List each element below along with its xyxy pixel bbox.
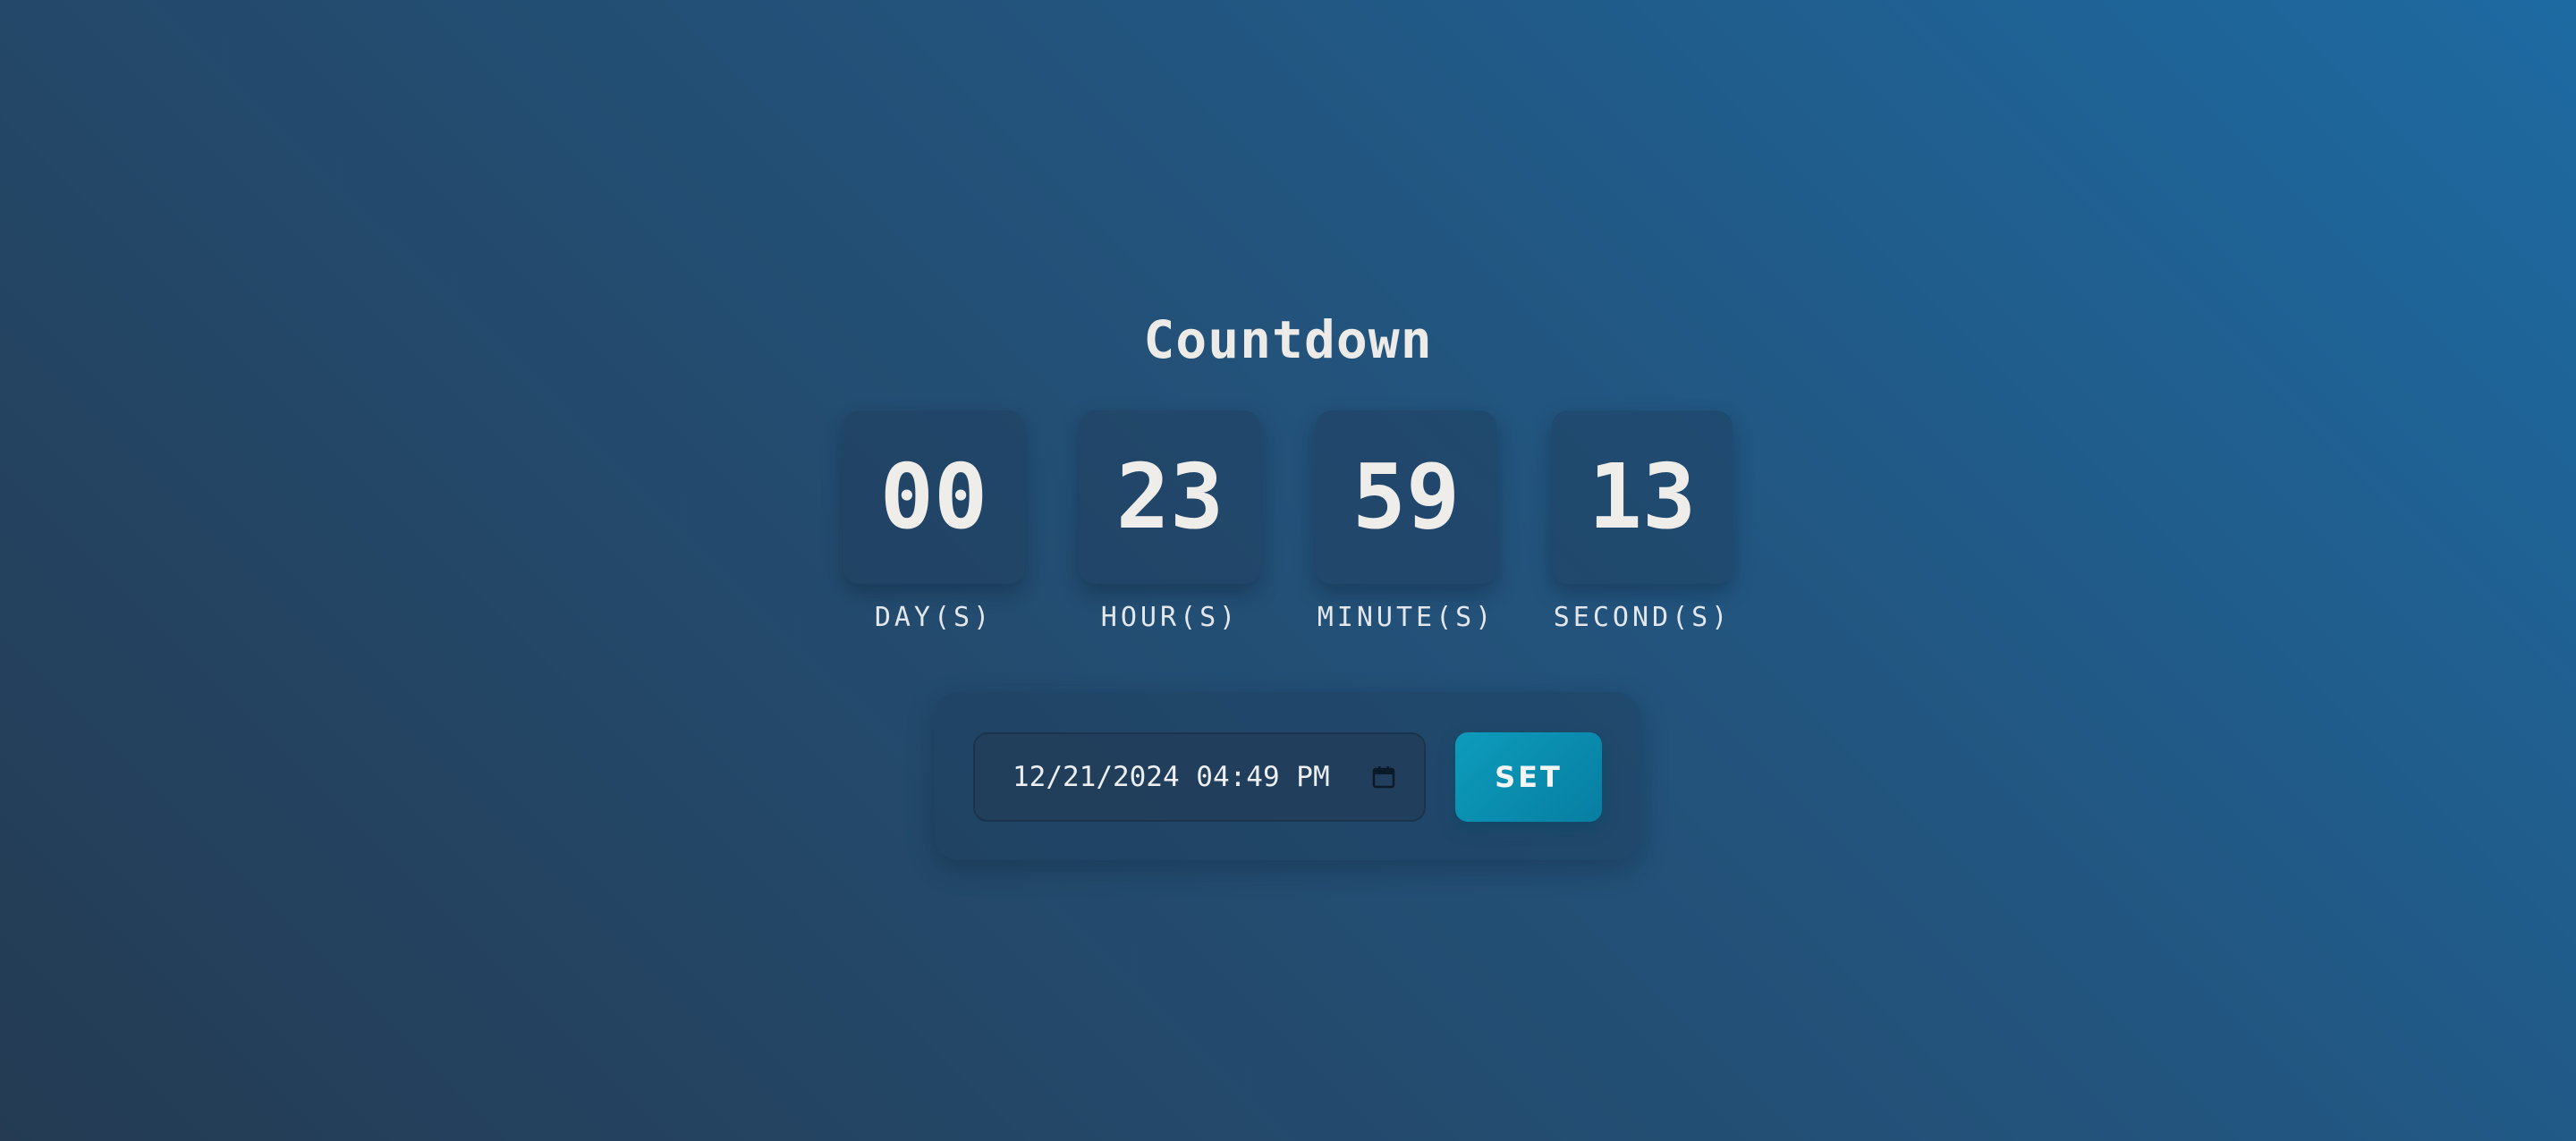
minutes-value: 59 bbox=[1352, 444, 1461, 549]
page-title: Countdown bbox=[1143, 309, 1433, 370]
countdown-minutes: 59 MINUTE(S) bbox=[1316, 410, 1496, 633]
hours-label: HOUR(S) bbox=[1100, 602, 1240, 633]
seconds-box: 13 bbox=[1552, 410, 1733, 584]
hours-box: 23 bbox=[1080, 410, 1260, 584]
countdown-seconds: 13 SECOND(S) bbox=[1552, 410, 1733, 633]
countdown-hours: 23 HOUR(S) bbox=[1080, 410, 1260, 633]
calendar-icon[interactable] bbox=[1372, 765, 1395, 789]
days-value: 00 bbox=[879, 444, 988, 549]
set-button[interactable]: SET bbox=[1455, 732, 1602, 822]
days-label: DAY(S) bbox=[874, 602, 994, 633]
datetime-value[interactable]: 12/21/2024 04:49 PM bbox=[1013, 761, 1372, 793]
seconds-value: 13 bbox=[1588, 444, 1697, 549]
countdown-days: 00 DAY(S) bbox=[843, 410, 1024, 633]
seconds-label: SECOND(S) bbox=[1553, 602, 1732, 633]
minutes-box: 59 bbox=[1316, 410, 1496, 584]
minutes-label: MINUTE(S) bbox=[1317, 602, 1496, 633]
days-box: 00 bbox=[843, 410, 1024, 584]
hours-value: 23 bbox=[1115, 444, 1224, 549]
datetime-input[interactable]: 12/21/2024 04:49 PM bbox=[973, 732, 1426, 822]
countdown-units: 00 DAY(S) 23 HOUR(S) 59 MINUTE(S) 13 SEC… bbox=[0, 410, 2576, 633]
